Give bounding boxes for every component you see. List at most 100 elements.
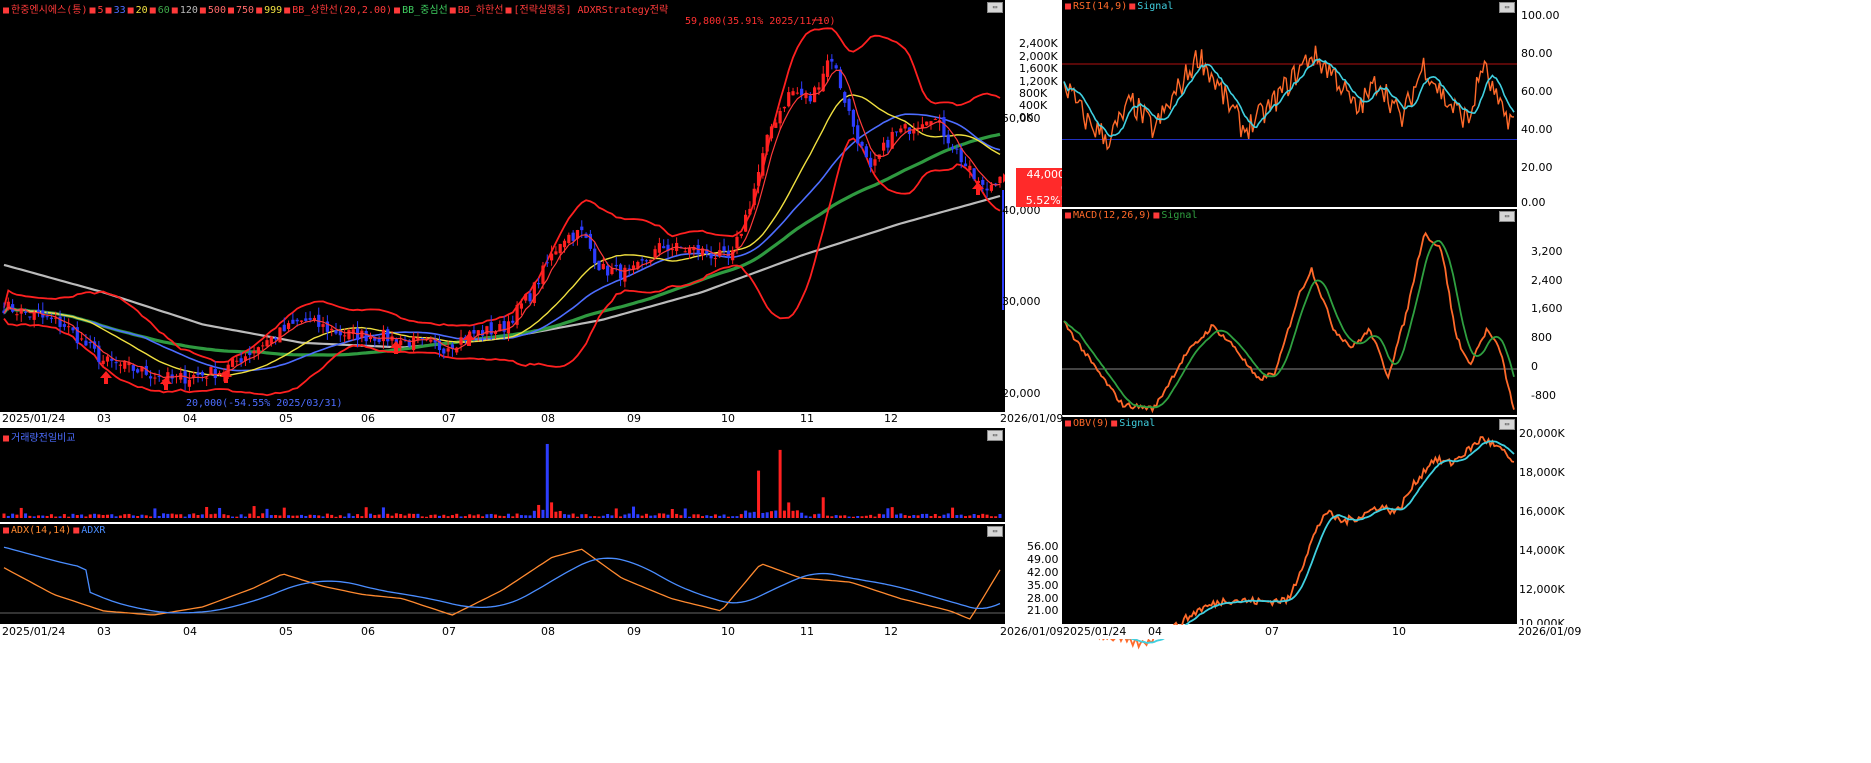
volume-bar bbox=[334, 516, 338, 518]
volume-bar bbox=[515, 513, 519, 518]
candle-body bbox=[252, 350, 256, 354]
candle-body bbox=[282, 324, 286, 332]
price-chart-panel[interactable]: ■ 한중엔시에스(통) ■ 5 ■ 33 ■ 20 ■ 60 ■ 120 ■ 500 ■ 750 ■ 999 ■ BB… bbox=[0, 0, 1008, 412]
volume-bar bbox=[601, 515, 605, 518]
volume-bar bbox=[821, 497, 825, 518]
volume-bar bbox=[705, 515, 709, 518]
date-tick-label: 2026/01/09 bbox=[1518, 625, 1582, 638]
volume-bar bbox=[506, 513, 510, 518]
volume-bar bbox=[28, 515, 32, 518]
volume-bar bbox=[416, 513, 420, 518]
candle-body bbox=[114, 362, 118, 364]
volume-bar bbox=[528, 515, 532, 518]
candle-body bbox=[856, 125, 860, 144]
axis-tick-label: 20,000K bbox=[1519, 427, 1565, 440]
volume-bar bbox=[140, 514, 144, 518]
candle-body bbox=[506, 321, 511, 334]
candle-body bbox=[291, 319, 295, 324]
volume-bar bbox=[24, 513, 28, 518]
axis-tick-label: 0 bbox=[1531, 360, 1538, 373]
candle-body bbox=[420, 338, 424, 340]
candle-body bbox=[368, 336, 373, 340]
candle-body bbox=[295, 319, 299, 322]
candle-body bbox=[981, 179, 985, 185]
adx-panel[interactable]: ■ ADX(14,14) ■ ADXR ▭ bbox=[0, 524, 1005, 624]
volume-bar bbox=[192, 513, 196, 518]
volume-bar bbox=[282, 507, 286, 518]
volume-bar bbox=[261, 513, 265, 518]
candle-body bbox=[735, 236, 739, 249]
volume-bar bbox=[433, 514, 437, 518]
volume-panel[interactable]: ■ 거래량전일비교 ▭ bbox=[0, 428, 1005, 522]
date-tick-label: 06 bbox=[361, 625, 375, 638]
volume-bar bbox=[959, 514, 963, 518]
volume-bar bbox=[437, 515, 441, 518]
volume-bar bbox=[981, 513, 985, 518]
volume-bar bbox=[300, 514, 304, 518]
volume-bar bbox=[847, 516, 851, 518]
candle-body bbox=[873, 159, 877, 166]
volume-bar bbox=[938, 516, 942, 518]
volume-bar bbox=[218, 507, 222, 518]
volume-bar bbox=[873, 516, 877, 518]
volume-bar bbox=[735, 516, 739, 518]
candle-body bbox=[196, 372, 200, 375]
obv-panel[interactable]: ■ OBV(9) ■ Signal ▭ bbox=[1062, 417, 1517, 650]
volume-bar bbox=[399, 513, 403, 518]
volume-bar bbox=[187, 514, 191, 518]
volume-bar bbox=[916, 515, 920, 518]
volume-bar bbox=[243, 516, 247, 518]
candle-body bbox=[778, 110, 782, 124]
date-tick-label: 12 bbox=[884, 412, 898, 425]
candle-body bbox=[791, 91, 795, 96]
candle-body bbox=[308, 317, 312, 320]
candle-body bbox=[985, 188, 989, 191]
volume-bar bbox=[675, 513, 679, 518]
volume-bar bbox=[67, 516, 71, 518]
volume-bar bbox=[580, 514, 584, 518]
candle-body bbox=[299, 320, 304, 322]
candle-body bbox=[748, 208, 752, 215]
volume-bar bbox=[32, 516, 36, 518]
candle-body bbox=[511, 320, 515, 323]
macd-line bbox=[1063, 231, 1515, 414]
candle-body bbox=[377, 338, 381, 343]
candle-body bbox=[903, 124, 907, 129]
volume-bar bbox=[929, 516, 933, 518]
candle-body bbox=[765, 134, 769, 152]
volume-bar bbox=[575, 516, 579, 518]
volume-bar bbox=[519, 515, 523, 518]
date-tick-label: 09 bbox=[627, 412, 641, 425]
volume-bar bbox=[265, 508, 269, 518]
candle-body bbox=[869, 157, 873, 168]
axis-tick-label: 60.00 bbox=[1521, 85, 1553, 98]
volume-bar bbox=[377, 514, 381, 518]
low-price-annotation: 20,000(-54.55% 2025/03/31) bbox=[186, 398, 343, 409]
volume-bar bbox=[420, 516, 424, 518]
date-tick-label: 10 bbox=[1392, 625, 1406, 638]
candle-body bbox=[230, 358, 235, 367]
volume-bar bbox=[127, 513, 131, 518]
volume-bar bbox=[252, 506, 256, 518]
volume-bar bbox=[196, 514, 200, 518]
volume-bar bbox=[463, 516, 467, 518]
volume-bar bbox=[71, 513, 75, 518]
candle-body bbox=[610, 268, 614, 275]
volume-bar bbox=[532, 510, 536, 518]
volume-bar bbox=[174, 514, 178, 518]
axis-tick-label: 20.00 bbox=[1521, 161, 1553, 174]
volume-bar bbox=[597, 516, 601, 518]
macd-panel[interactable]: ■ MACD(12,26,9) ■ Signal ▭ bbox=[1062, 209, 1517, 415]
volume-bar bbox=[817, 513, 821, 518]
volume-bar bbox=[239, 514, 243, 518]
bb-lower-line bbox=[3, 137, 1001, 397]
volume-bar bbox=[593, 516, 597, 518]
candle-body bbox=[950, 146, 955, 149]
axis-tick-label: 21.00 bbox=[1027, 604, 1059, 617]
volume-bar bbox=[36, 515, 40, 518]
volume-bar bbox=[692, 514, 696, 518]
volume-bar bbox=[162, 513, 166, 518]
candle-body bbox=[756, 172, 761, 186]
volume-bar bbox=[838, 515, 842, 518]
rsi-panel[interactable]: ■ RSI(14,9) ■ Signal ▭ bbox=[1062, 0, 1517, 207]
